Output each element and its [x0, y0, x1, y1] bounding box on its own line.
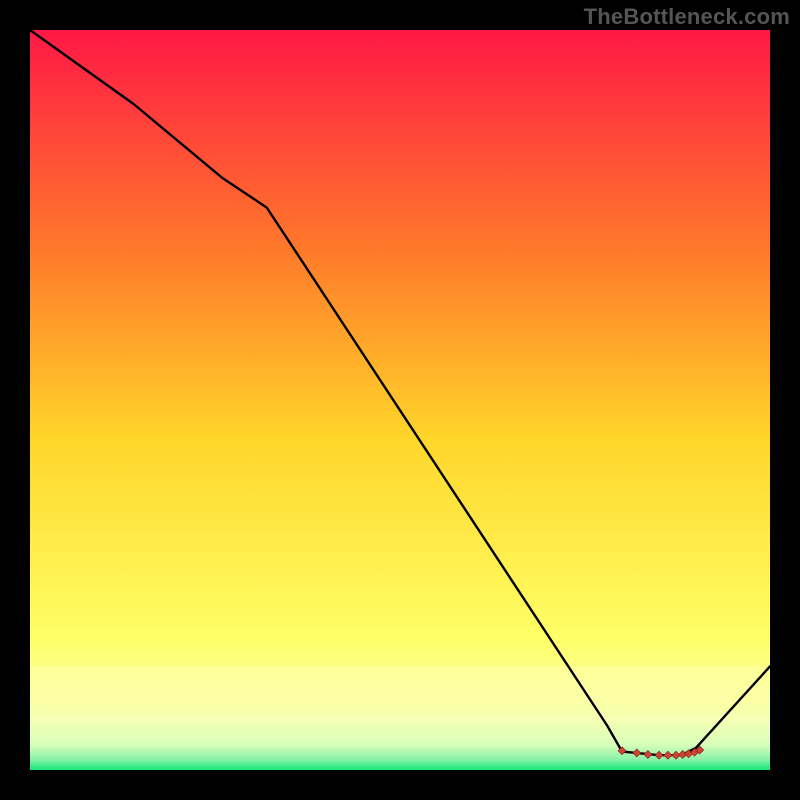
chart-frame: TheBottleneck.com	[0, 0, 800, 800]
chart-plot-area	[30, 30, 770, 770]
watermark-text: TheBottleneck.com	[584, 4, 790, 30]
chart-svg	[30, 30, 770, 770]
